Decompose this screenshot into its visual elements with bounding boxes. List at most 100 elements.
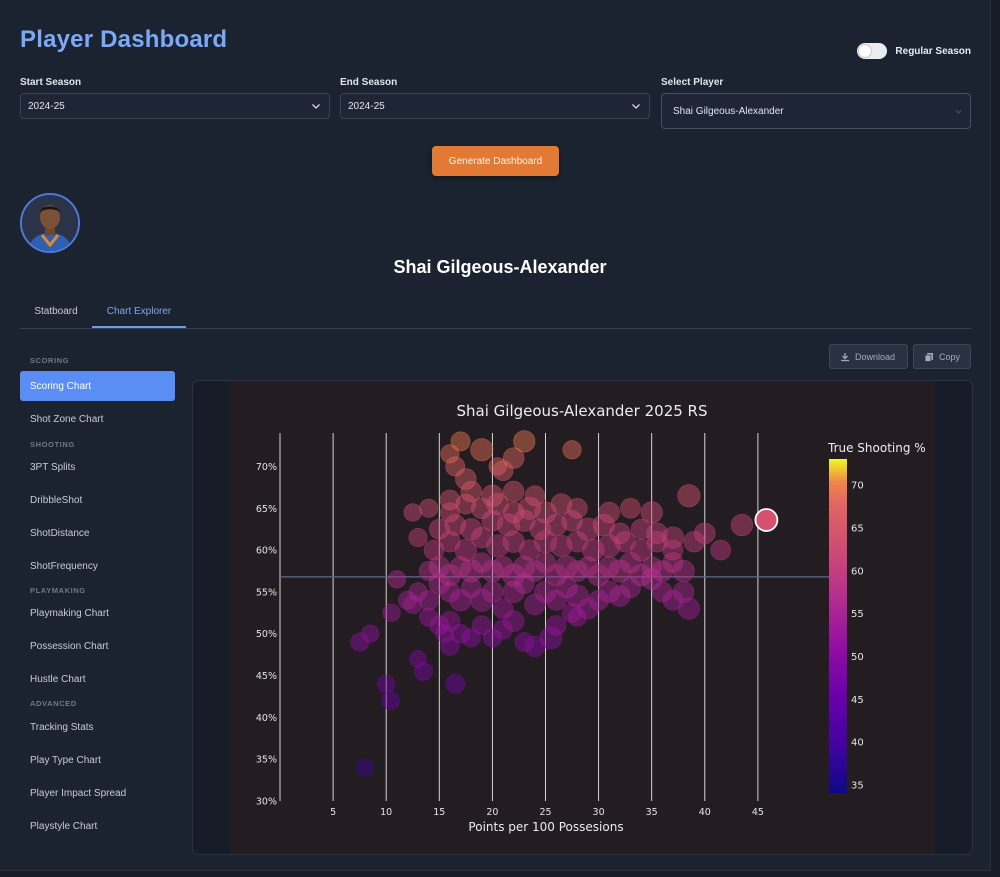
colorbar-tick-label: 40 xyxy=(851,738,864,749)
sidebar-item-tracking-stats[interactable]: Tracking Stats xyxy=(30,722,94,733)
chevron-down-icon xyxy=(632,104,640,109)
y-tick-label: 55% xyxy=(256,587,277,598)
end-season-value: 2024-25 xyxy=(348,100,385,112)
scoring-chart: Shai Gilgeous-Alexander 2025 RS 5 10 15 20 25… xyxy=(229,381,935,854)
sidebar-item-play-type-chart[interactable]: Play Type Chart xyxy=(30,755,101,766)
data-point xyxy=(408,528,428,548)
download-icon xyxy=(841,352,849,361)
toggle-knob xyxy=(859,45,872,57)
end-season-select[interactable]: 2024-25 xyxy=(340,93,650,119)
y-tick-label: 70% xyxy=(256,462,277,473)
data-point xyxy=(387,570,406,589)
data-point xyxy=(677,484,701,508)
sidebar-item-shotdistance[interactable]: ShotDistance xyxy=(30,528,89,539)
tab-statboard[interactable]: Statboard xyxy=(20,296,92,327)
x-tick-label: 45 xyxy=(752,807,764,818)
data-point xyxy=(567,497,588,519)
data-point xyxy=(380,691,400,711)
player-select-value: Shai Gilgeous-Alexander xyxy=(673,105,784,117)
data-point xyxy=(382,603,401,622)
select-player-label: Select Player xyxy=(661,77,724,88)
tab-chart-explorer[interactable]: Chart Explorer xyxy=(92,296,186,328)
sidebar-item-dribbleshot[interactable]: DribbleShot xyxy=(30,495,82,506)
x-tick-label: 5 xyxy=(330,807,336,818)
y-tick-label: 50% xyxy=(256,629,277,640)
player-avatar xyxy=(20,193,80,253)
page-title: Player Dashboard xyxy=(20,26,228,53)
x-tick-label: 25 xyxy=(539,807,551,818)
chevron-down-icon xyxy=(955,110,962,114)
x-tick-label: 40 xyxy=(699,807,711,818)
data-point xyxy=(470,438,494,462)
start-season-select[interactable]: 2024-25 xyxy=(20,93,330,119)
data-point xyxy=(694,522,716,545)
colorbar-tick-label: 45 xyxy=(851,695,864,706)
x-tick-label: 20 xyxy=(486,807,498,818)
download-button[interactable]: Download xyxy=(829,344,908,369)
generate-dashboard-button[interactable]: Generate Dashboard xyxy=(432,146,559,176)
data-point xyxy=(377,674,396,694)
player-select[interactable]: Shai Gilgeous-Alexander xyxy=(661,93,971,129)
sidebar-item-shotfrequency[interactable]: ShotFrequency xyxy=(30,561,98,572)
data-point xyxy=(455,468,477,490)
copy-button[interactable]: Copy xyxy=(913,344,971,369)
sidebar-item-hustle-chart[interactable]: Hustle Chart xyxy=(30,674,86,685)
sidebar-section-shooting: SHOOTING xyxy=(30,440,75,449)
colorbar-tick-label: 35 xyxy=(851,780,864,791)
chevron-down-icon xyxy=(312,104,320,109)
y-tick-label: 30% xyxy=(256,797,277,808)
sidebar-item-playstyle-chart[interactable]: Playstyle Chart xyxy=(30,821,97,832)
x-tick-label: 30 xyxy=(593,807,605,818)
data-point xyxy=(620,497,641,519)
sidebar-section-advanced: ADVANCED xyxy=(30,699,77,708)
x-axis-label: Points per 100 Possesions xyxy=(468,820,623,834)
y-tick-label: 45% xyxy=(256,671,277,682)
sidebar-item-3pt-splits[interactable]: 3PT Splits xyxy=(30,462,75,473)
app-window: Player Dashboard Regular Season Start Se… xyxy=(0,0,991,871)
colorbar xyxy=(829,459,847,793)
data-point xyxy=(413,661,433,681)
data-point xyxy=(445,674,466,694)
data-point xyxy=(481,484,504,507)
highlighted-data-point xyxy=(754,508,779,532)
colorbar-tick-label: 50 xyxy=(851,652,864,663)
chart-card: Shai Gilgeous-Alexander 2025 RS 5 10 15 20 25… xyxy=(192,380,973,855)
sidebar-item-playmaking-chart[interactable]: Playmaking Chart xyxy=(30,608,109,619)
sidebar-item-possession-chart[interactable]: Possession Chart xyxy=(30,641,108,652)
data-point xyxy=(730,513,754,537)
start-season-value: 2024-25 xyxy=(28,100,65,112)
chart-title: Shai Gilgeous-Alexander 2025 RS xyxy=(457,402,708,420)
x-tick-label: 35 xyxy=(646,807,658,818)
view-tabs: Statboard Chart Explorer xyxy=(20,296,971,329)
sidebar-item-scoring-chart[interactable]: Scoring Chart xyxy=(20,371,175,401)
sidebar-item-player-impact-spread[interactable]: Player Impact Spread xyxy=(30,788,126,799)
season-type-label: Regular Season xyxy=(895,45,971,57)
season-type-toggle-group: Regular Season xyxy=(857,43,971,59)
download-label: Download xyxy=(855,351,896,362)
sidebar-section-scoring: SCORING xyxy=(30,356,70,365)
y-tick-label: 60% xyxy=(256,546,277,557)
copy-icon xyxy=(924,352,933,362)
data-point xyxy=(598,501,620,524)
y-tick-label: 35% xyxy=(256,755,277,766)
data-point xyxy=(513,430,536,453)
x-tick-label: 15 xyxy=(433,807,445,818)
sidebar-item-shot-zone-chart[interactable]: Shot Zone Chart xyxy=(30,414,103,425)
data-point xyxy=(710,539,732,561)
data-point xyxy=(439,489,461,511)
data-point xyxy=(361,624,380,643)
x-tick-label: 10 xyxy=(380,807,392,818)
data-point xyxy=(450,431,471,452)
season-type-toggle[interactable] xyxy=(857,43,888,59)
data-point xyxy=(502,480,525,503)
colorbar-tick-label: 70 xyxy=(851,481,864,492)
data-point xyxy=(562,440,582,460)
end-season-label: End Season xyxy=(340,77,398,88)
data-point xyxy=(488,457,507,476)
data-point xyxy=(661,526,685,549)
player-headshot-icon xyxy=(22,195,78,251)
y-tick-label: 65% xyxy=(256,504,277,515)
data-point xyxy=(419,498,439,518)
data-point xyxy=(355,758,375,777)
data-point xyxy=(545,615,567,636)
